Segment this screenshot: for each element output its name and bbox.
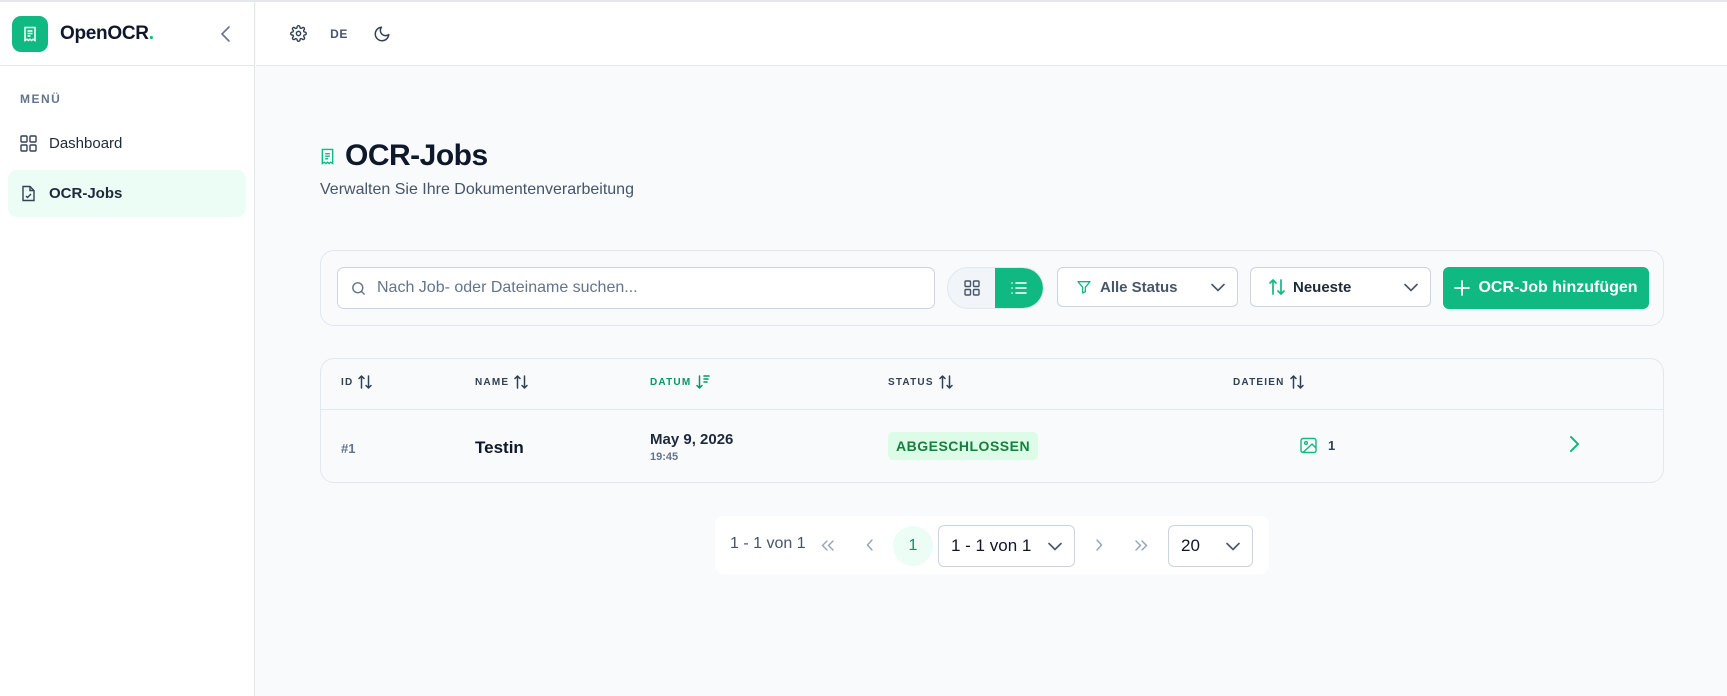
search-box [337,267,935,309]
sidebar-item-dashboard[interactable]: Dashboard [8,120,246,167]
page-subtitle: Verwalten Sie Ihre Dokumentenverarbeitun… [320,181,634,198]
next-page-button[interactable] [1087,533,1111,557]
collapse-sidebar-button[interactable] [220,25,232,43]
file-count: 1 [1328,438,1336,453]
view-toggle [947,267,1044,309]
sidebar-item-label: OCR-Jobs [49,185,123,202]
job-date: May 9, 2026 19:45 [650,431,733,463]
logo[interactable] [12,15,48,52]
moon-icon [374,26,390,41]
sort-icon [1269,279,1285,295]
pagination-summary: 1 - 1 von 1 [730,535,806,552]
sidebar: OpenOCR. MENÜ Dashboard OCR-Jobs [0,2,255,696]
chevron-down-icon [1404,283,1418,292]
column-header-id[interactable]: ID [341,374,373,390]
file-icon [22,185,35,202]
job-name: Testin [475,438,524,457]
add-ocr-job-label: OCR-Job hinzufügen [1478,279,1638,296]
receipt-icon [321,148,334,165]
status-badge: ABGESCHLOSSEN [888,432,1039,460]
sort-both-icon [1289,375,1304,389]
gear-icon [289,25,307,42]
job-id: #1 [341,441,356,456]
filter-icon [1077,281,1091,294]
grid-icon [20,135,37,152]
top-header: DE [256,2,1727,66]
table-row[interactable]: #1 Testin May 9, 2026 19:45 ABGESCHLOSSE… [321,411,1663,483]
column-label: ID [341,376,354,388]
chevrons-right-icon [1134,539,1147,551]
table-header: ID NAME DATUM STATUS DATEIEN [321,359,1663,410]
page-title: OCR-Jobs [345,139,488,172]
pagination: 1 - 1 von 1 1 1 - 1 von 1 20 [715,516,1269,574]
image-icon [1300,437,1317,454]
job-files: 1 [1300,437,1335,454]
sort-descending-icon [696,375,711,389]
column-header-dateien[interactable]: DATEIEN [1233,374,1304,390]
chevron-right-icon [1570,436,1580,452]
page-range-select[interactable]: 1 - 1 von 1 [938,525,1075,567]
plus-icon [1454,280,1471,296]
list-icon [1011,282,1027,294]
job-date-time: 19:45 [650,451,679,463]
page-size-select[interactable]: 20 [1168,525,1253,567]
current-page-button[interactable]: 1 [893,526,933,566]
brand-name: OpenOCR. [60,22,154,44]
language-switch[interactable]: DE [329,27,349,41]
sidebar-item-ocr-jobs[interactable]: OCR-Jobs [8,170,246,217]
column-label: DATEIEN [1233,376,1285,388]
job-date-day: May 9, 2026 [650,431,734,448]
chevrons-left-icon [821,539,834,551]
brand: OpenOCR. [0,2,254,66]
chevron-down-icon [1211,283,1225,292]
status-filter-value: Alle Status [1100,278,1178,296]
column-label: NAME [475,376,510,388]
column-header-datum[interactable]: DATUM [650,374,711,390]
sort-both-icon [938,375,953,389]
page-size-value: 20 [1181,536,1200,555]
jobs-table: ID NAME DATUM STATUS DATEIEN #1 Testin M… [320,358,1664,483]
column-header-name[interactable]: NAME [475,374,528,390]
chevron-left-icon [866,539,873,551]
chevron-left-icon [220,25,230,42]
menu-label: MENÜ [20,92,62,106]
sidebar-item-label: Dashboard [49,135,123,152]
list-view-button[interactable] [995,268,1043,308]
settings-button[interactable] [288,25,308,42]
status-filter-select[interactable]: Alle Status [1057,267,1238,307]
column-label: DATUM [650,376,692,388]
sort-both-icon [358,375,373,389]
add-ocr-job-button[interactable]: OCR-Job hinzufügen [1443,267,1649,309]
grid-icon [963,280,980,296]
sort-select[interactable]: Neueste [1250,267,1431,307]
chevron-down-icon [1226,542,1240,551]
grid-view-button[interactable] [948,268,995,308]
column-label: STATUS [888,376,934,388]
first-page-button[interactable] [815,533,839,557]
theme-toggle-button[interactable] [372,25,392,43]
last-page-button[interactable] [1129,533,1153,557]
sort-value: Neueste [1293,278,1352,296]
page-range-value: 1 - 1 von 1 [951,536,1032,555]
chevron-right-icon [1096,539,1103,551]
toolbar: Alle Status Neueste OCR-Job hinzufügen [320,250,1664,326]
sort-both-icon [514,375,528,389]
previous-page-button[interactable] [858,533,882,557]
search-icon [352,281,365,295]
open-job-button[interactable] [1569,435,1580,458]
column-header-status[interactable]: STATUS [888,374,953,390]
page-heading: OCR-Jobs [320,139,488,173]
search-input[interactable] [377,279,917,297]
chevron-down-icon [1048,542,1062,551]
receipt-icon [24,26,36,42]
